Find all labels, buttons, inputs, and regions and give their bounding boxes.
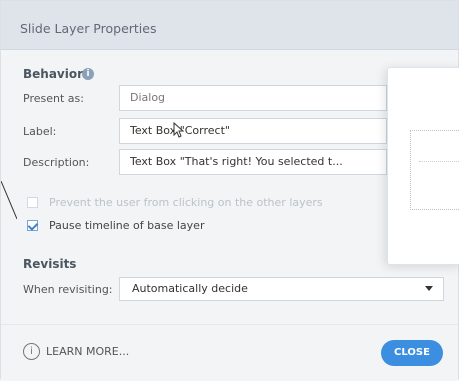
preview-placeholder xyxy=(410,130,459,210)
description-label: Description: xyxy=(23,156,90,169)
info-icon[interactable]: i xyxy=(82,68,94,80)
prevent-clicking-checkbox[interactable] xyxy=(27,197,38,208)
label-label: Label: xyxy=(23,125,57,138)
when-revisiting-dropdown[interactable]: Automatically decide xyxy=(119,277,444,301)
description-input[interactable]: Text Box "That's right! You selected t..… xyxy=(119,149,387,175)
label-input[interactable]: Text Box "Correct" xyxy=(119,118,387,144)
dialog-title: Slide Layer Properties xyxy=(20,21,157,36)
learn-more-label: LEARN MORE... xyxy=(46,345,130,358)
revisits-section-title: Revisits xyxy=(23,257,77,271)
connector-line xyxy=(1,181,17,220)
when-revisiting-value: Automatically decide xyxy=(132,282,248,295)
present-as-field[interactable]: Dialog xyxy=(119,85,387,111)
when-revisiting-label: When revisiting: xyxy=(23,283,113,296)
close-button[interactable]: CLOSE xyxy=(381,340,443,366)
pause-timeline-label: Pause timeline of base layer xyxy=(49,219,205,232)
title-bar: Slide Layer Properties xyxy=(1,1,458,50)
pause-timeline-checkbox[interactable] xyxy=(27,220,38,231)
mouse-cursor-icon xyxy=(173,122,185,138)
chevron-down-icon xyxy=(425,286,433,291)
present-as-label: Present as: xyxy=(23,92,84,105)
learn-more-link[interactable]: i LEARN MORE... xyxy=(23,343,129,360)
prevent-clicking-label: Prevent the user from clicking on the ot… xyxy=(49,196,323,209)
layer-preview-panel xyxy=(387,67,459,265)
behavior-section-title: Behavior xyxy=(23,67,84,81)
slide-layer-properties-dialog: Slide Layer Properties Behavior i Presen… xyxy=(0,0,459,381)
info-circle-icon: i xyxy=(23,343,40,360)
